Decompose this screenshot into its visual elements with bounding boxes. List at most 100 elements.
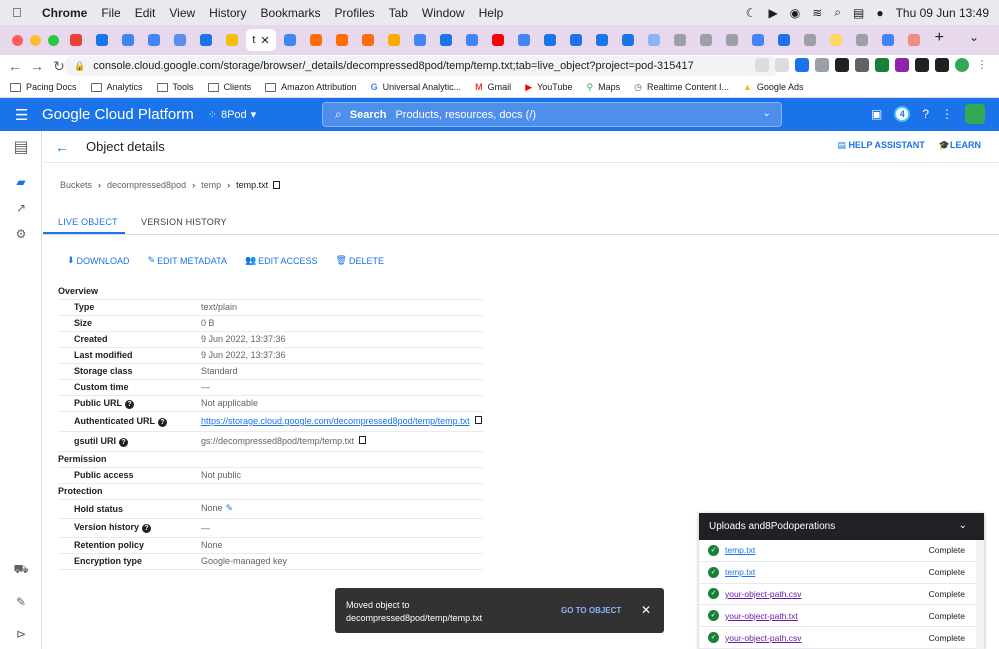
tab-7[interactable] — [278, 29, 302, 51]
help-circle-icon[interactable]: ? — [119, 437, 128, 447]
release-notes-icon[interactable]: ✎ — [0, 595, 42, 609]
tab-15[interactable] — [486, 29, 510, 51]
close-icon[interactable]: ✕ — [641, 603, 651, 617]
more-vert-icon[interactable]: ⋮ — [975, 58, 989, 72]
tab-10[interactable] — [356, 29, 380, 51]
wifi-icon[interactable]: ≋ — [812, 6, 822, 20]
pen-icon[interactable] — [895, 58, 909, 72]
help-circle-icon[interactable]: ? — [142, 524, 152, 533]
menu-edit[interactable]: Edit — [135, 6, 156, 20]
delete-button[interactable]: 🗑 DELETE — [336, 255, 384, 266]
control-center-icon[interactable]: ▤ — [853, 6, 864, 20]
edit-metadata-button[interactable]: ✎ EDIT METADATA — [148, 255, 227, 266]
minimize-window-icon[interactable] — [30, 34, 41, 46]
extension-icon[interactable] — [815, 58, 829, 72]
forward-arrow-icon[interactable]: → — [26, 58, 48, 74]
spotlight-icon[interactable]: ⌕ — [834, 5, 841, 20]
profile-icon[interactable] — [955, 58, 969, 72]
clock[interactable]: Thu 09 Jun 13:49 — [896, 6, 989, 20]
tab-4[interactable] — [168, 29, 192, 51]
bookmark-realtime-content[interactable]: ◷ Realtime Content I... — [634, 82, 729, 93]
back-arrow-icon[interactable]: ← — [4, 58, 26, 74]
tab-8[interactable] — [304, 29, 328, 51]
help-icon[interactable]: ? — [922, 107, 929, 121]
bookmark-tools[interactable]: Tools — [156, 82, 194, 92]
expand-nav-icon[interactable]: ⊳ — [0, 627, 42, 641]
bookmark-maps[interactable]: ⚲ Maps — [586, 82, 620, 93]
tab-13[interactable] — [434, 29, 458, 51]
scrollbar[interactable] — [976, 540, 984, 649]
download-button[interactable]: ⬇ DOWNLOAD — [67, 255, 130, 266]
address-bar[interactable]: 🔒 console.cloud.google.com/storage/brows… — [64, 56, 780, 76]
monitoring-icon[interactable]: ↗ — [0, 201, 42, 215]
tab-12[interactable] — [408, 29, 432, 51]
tab-9[interactable] — [330, 29, 354, 51]
new-tab-button[interactable]: + — [935, 29, 944, 47]
moon-icon[interactable]: ☾ — [746, 6, 757, 20]
help-circle-icon[interactable]: ? — [158, 417, 167, 427]
extension-icon[interactable] — [855, 58, 869, 72]
tab-1[interactable] — [90, 29, 114, 51]
tab-11[interactable] — [382, 29, 406, 51]
authenticated-url-link[interactable]: https://storage.cloud.google.com/decompr… — [201, 416, 470, 426]
hamburger-menu-icon[interactable]: ☰ — [15, 106, 29, 124]
upload-file-link[interactable]: your-object-path.txt — [725, 611, 798, 621]
tab-27[interactable] — [798, 29, 822, 51]
edit-pencil-icon[interactable]: ✎ — [226, 503, 234, 513]
tab-31[interactable] — [902, 29, 926, 51]
more-vert-icon[interactable]: ⋮ — [941, 107, 953, 121]
tab-version-history[interactable]: VERSION HISTORY — [141, 217, 227, 227]
back-arrow-icon[interactable]: ← — [55, 139, 69, 155]
zoom-window-icon[interactable] — [48, 34, 59, 46]
settings-gear-icon[interactable]: ⚙ — [0, 227, 42, 241]
search-bar[interactable]: ⌕ Search Products, resources, docs (/) ⌄ — [322, 102, 782, 127]
tab-6[interactable] — [220, 29, 244, 51]
project-selector[interactable]: ⁘ 8Pod ▾ — [208, 108, 256, 122]
edit-access-button[interactable]: 👥 EDIT ACCESS — [245, 255, 318, 266]
tab-2[interactable] — [116, 29, 140, 51]
bucket-icon[interactable]: ▰ — [0, 175, 42, 189]
tab-3[interactable] — [142, 29, 166, 51]
tab-14[interactable] — [460, 29, 484, 51]
copy-icon[interactable] — [359, 436, 367, 444]
tab-19[interactable] — [590, 29, 614, 51]
apple-icon[interactable]:  — [12, 5, 26, 20]
upload-file-link[interactable]: temp.txt — [725, 545, 755, 555]
close-tab-icon[interactable]: ✕ — [260, 34, 269, 47]
learn-button[interactable]: 🎓LEARN — [939, 140, 981, 151]
menu-profiles[interactable]: Profiles — [335, 6, 375, 20]
siri-icon[interactable]: ● — [876, 6, 883, 20]
bookmark-universal-analytics[interactable]: G Universal Analytic... — [371, 82, 462, 92]
tab-26[interactable] — [772, 29, 796, 51]
bookmark-amazon-attribution[interactable]: Amazon Attribution — [265, 82, 357, 92]
extension-icon[interactable] — [875, 58, 889, 72]
go-to-object-button[interactable]: GO TO OBJECT — [561, 606, 621, 615]
close-window-icon[interactable] — [12, 34, 23, 46]
upload-file-link[interactable]: temp.txt — [725, 567, 755, 577]
upload-file-link[interactable]: your-object-path.csv — [725, 589, 802, 599]
bookmark-analytics[interactable]: Analytics — [90, 82, 143, 92]
extension-icon[interactable] — [835, 58, 849, 72]
extension-icon[interactable] — [795, 58, 809, 72]
gcp-title[interactable]: Google Cloud Platform — [42, 106, 194, 123]
upload-file-link[interactable]: your-object-path.csv — [725, 633, 802, 643]
lock-icon[interactable]: 🔒 — [74, 61, 85, 72]
sidebar-icon[interactable] — [935, 58, 949, 72]
tab-30[interactable] — [876, 29, 900, 51]
tab-25[interactable] — [746, 29, 770, 51]
tab-29[interactable] — [850, 29, 874, 51]
cloud-shell-icon[interactable]: ▣ — [871, 107, 882, 121]
help-assistant-button[interactable]: ▤ HELP ASSISTANT — [837, 140, 924, 151]
tab-live-object[interactable]: LIVE OBJECT — [58, 217, 118, 227]
play-icon[interactable]: ▶ — [768, 6, 777, 20]
bookmark-clients[interactable]: Clients — [207, 82, 251, 92]
tab-24[interactable] — [720, 29, 744, 51]
menu-tab[interactable]: Tab — [389, 6, 408, 20]
help-circle-icon[interactable]: ? — [125, 399, 135, 409]
puzzle-icon[interactable] — [915, 58, 929, 72]
marketplace-icon[interactable]: ⛟ — [0, 562, 42, 578]
tab-5[interactable] — [194, 29, 218, 51]
tab-18[interactable] — [564, 29, 588, 51]
uploads-header[interactable]: Uploads and8Podoperations ⌄ — [699, 513, 984, 540]
copy-icon[interactable] — [474, 416, 482, 424]
